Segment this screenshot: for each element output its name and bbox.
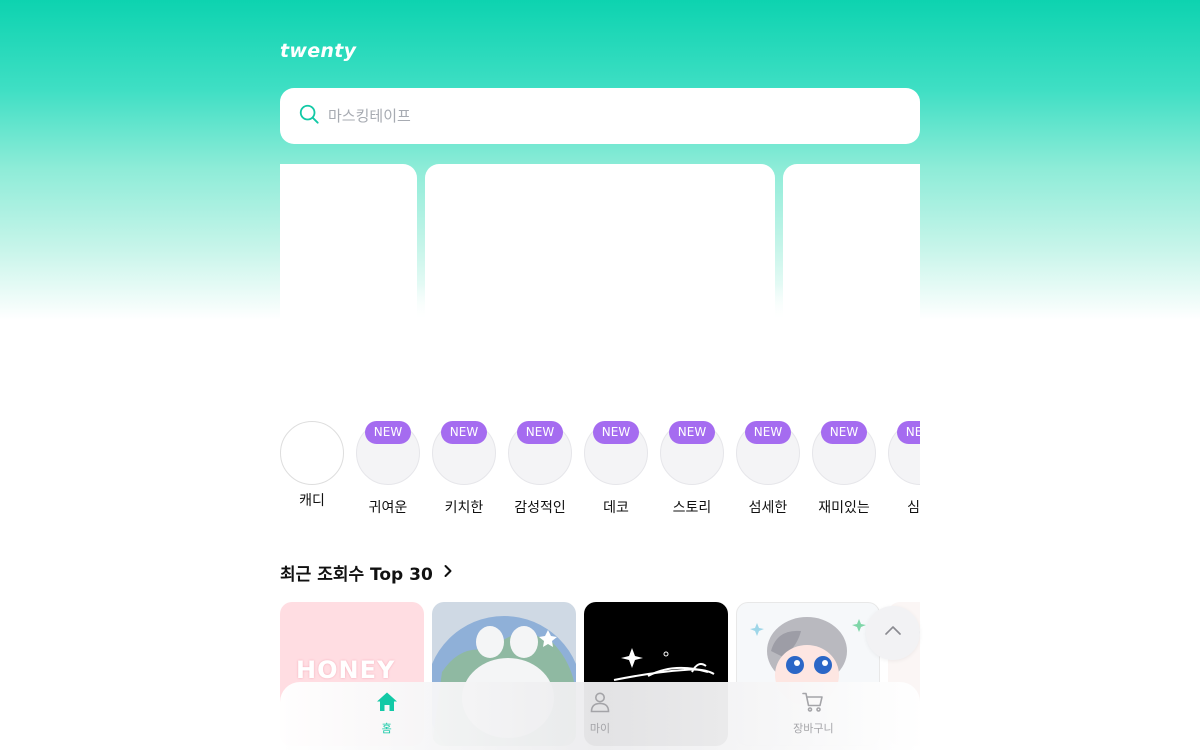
section-header-top30[interactable]: 최근 조회수 Top 30 bbox=[280, 560, 455, 585]
nav-cart[interactable]: 장바구니 bbox=[707, 682, 920, 750]
category-item[interactable]: NEW 스토리 bbox=[660, 421, 724, 515]
category-item[interactable]: NEW 재미있는 bbox=[812, 421, 876, 515]
category-label: 심플 bbox=[907, 499, 920, 515]
nav-home[interactable]: 홈 bbox=[280, 682, 493, 750]
page: twenty 캐디 NEW 귀여운 bbox=[0, 0, 1200, 750]
category-thumbnail bbox=[280, 421, 344, 485]
search-icon bbox=[298, 103, 320, 130]
new-badge: NEW bbox=[517, 421, 563, 444]
nav-my-label: 마이 bbox=[589, 723, 611, 735]
new-badge: NEW bbox=[365, 421, 411, 444]
nav-my[interactable]: 마이 bbox=[493, 682, 706, 750]
search-bar[interactable] bbox=[280, 88, 920, 144]
category-label: 스토리 bbox=[672, 499, 712, 515]
section-title: 최근 조회수 Top 30 bbox=[280, 565, 433, 585]
banner-fade bbox=[280, 284, 920, 324]
new-badge: NEW bbox=[669, 421, 715, 444]
category-label: 키치한 bbox=[444, 499, 484, 515]
new-badge: NEW bbox=[441, 421, 487, 444]
nav-cart-label: 장바구니 bbox=[793, 723, 834, 735]
category-item[interactable]: NEW 감성적인 bbox=[508, 421, 572, 515]
category-label: 캐디 bbox=[299, 492, 325, 508]
category-item[interactable]: NEW 섬세한 bbox=[736, 421, 800, 515]
category-item[interactable]: 캐디 bbox=[280, 421, 344, 508]
banner-carousel[interactable] bbox=[280, 164, 920, 324]
category-item[interactable]: NEW 키치한 bbox=[432, 421, 496, 515]
bottom-navigation: 홈 마이 장바구니 bbox=[280, 682, 920, 750]
new-badge: NEW bbox=[897, 421, 920, 444]
category-item[interactable]: NEW 심플 bbox=[888, 421, 920, 515]
nav-home-label: 홈 bbox=[381, 723, 392, 735]
category-label: 감성적인 bbox=[514, 499, 566, 515]
home-icon bbox=[375, 690, 399, 719]
scroll-to-top-button[interactable] bbox=[866, 606, 920, 660]
category-item[interactable]: NEW 귀여운 bbox=[356, 421, 420, 515]
category-label: 귀여운 bbox=[368, 499, 408, 515]
category-label: 재미있는 bbox=[818, 499, 870, 515]
main-column: twenty 캐디 NEW 귀여운 bbox=[280, 0, 920, 750]
chevron-up-icon bbox=[883, 621, 903, 646]
search-input[interactable] bbox=[328, 107, 888, 125]
category-label: 섬세한 bbox=[748, 499, 788, 515]
category-list: 캐디 NEW 귀여운 NEW 키치한 NEW 감성적인 NEW 데코 NEW 스… bbox=[280, 421, 920, 521]
new-badge: NEW bbox=[821, 421, 867, 444]
new-badge: NEW bbox=[593, 421, 639, 444]
cart-icon bbox=[801, 690, 825, 719]
person-icon bbox=[588, 690, 612, 719]
category-item[interactable]: NEW 데코 bbox=[584, 421, 648, 515]
app-logo[interactable]: twenty bbox=[280, 40, 356, 62]
product-image-text: HONEY bbox=[296, 656, 396, 684]
chevron-right-icon bbox=[433, 563, 455, 583]
category-label: 데코 bbox=[603, 499, 629, 515]
new-badge: NEW bbox=[745, 421, 791, 444]
